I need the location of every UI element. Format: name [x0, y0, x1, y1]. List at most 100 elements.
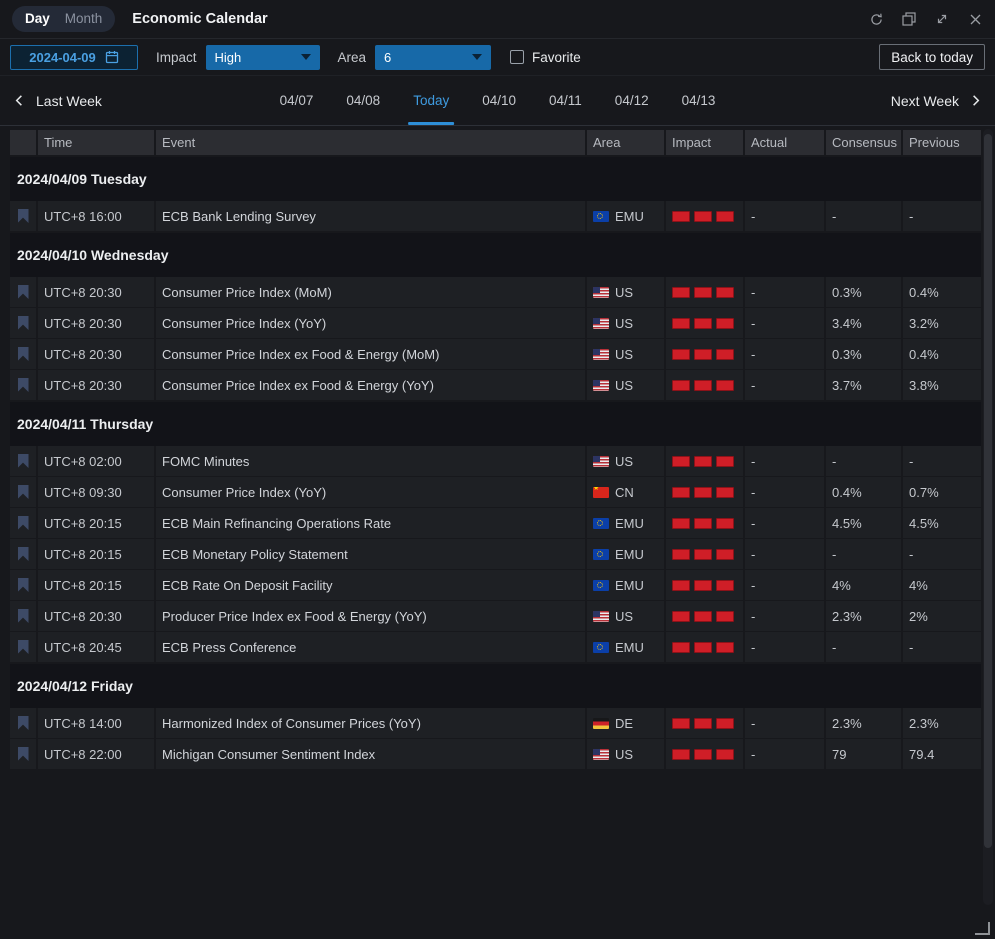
event-row[interactable]: UTC+8 20:15ECB Rate On Deposit FacilityE… [10, 570, 981, 600]
date-section-header: 2024/04/12 Friday [10, 664, 981, 708]
bookmark-icon[interactable] [18, 485, 29, 499]
flag-us-icon [593, 749, 609, 760]
event-impact [666, 277, 743, 307]
event-impact [666, 508, 743, 538]
bookmark-icon[interactable] [18, 516, 29, 530]
next-week-button[interactable]: Next Week [891, 93, 983, 109]
event-row[interactable]: UTC+8 20:30Consumer Price Index (MoM)US-… [10, 277, 981, 307]
bookmark-cell [10, 739, 36, 769]
event-row[interactable]: UTC+8 20:15ECB Main Refinancing Operatio… [10, 508, 981, 538]
event-name: ECB Bank Lending Survey [156, 201, 585, 231]
event-time: UTC+8 14:00 [38, 708, 154, 738]
area-code: US [615, 454, 633, 469]
event-actual: - [745, 632, 824, 662]
expand-icon[interactable] [934, 11, 950, 27]
event-row[interactable]: UTC+8 22:00Michigan Consumer Sentiment I… [10, 739, 981, 769]
area-code: US [615, 316, 633, 331]
bookmark-icon[interactable] [18, 578, 29, 592]
impact-bar-icon [694, 580, 712, 591]
tab-month[interactable]: Month [65, 6, 103, 32]
flag-eu-icon [593, 518, 609, 529]
bookmark-icon[interactable] [18, 747, 29, 761]
event-consensus: 2.3% [826, 708, 901, 738]
event-row[interactable]: UTC+8 09:30Consumer Price Index (YoY)★CN… [10, 477, 981, 507]
day-tab-04-13[interactable]: 04/13 [679, 76, 719, 125]
day-tab-04-08[interactable]: 04/08 [343, 76, 383, 125]
impact-bar-icon [694, 349, 712, 360]
impact-bar-icon [672, 518, 690, 529]
impact-bar-icon [694, 487, 712, 498]
date-value: 2024-04-09 [29, 50, 96, 65]
day-tab-today[interactable]: Today [410, 76, 452, 125]
refresh-icon[interactable] [868, 11, 884, 27]
impact-bar-icon [672, 718, 690, 729]
duplicate-icon[interactable] [901, 11, 917, 27]
event-row[interactable]: UTC+8 14:00Harmonized Index of Consumer … [10, 708, 981, 738]
event-row[interactable]: UTC+8 20:30Producer Price Index ex Food … [10, 601, 981, 631]
chevron-down-icon [301, 54, 311, 60]
bookmark-icon[interactable] [18, 209, 29, 223]
bookmark-cell [10, 708, 36, 738]
event-impact [666, 477, 743, 507]
header-previous: Previous [903, 130, 981, 155]
impact-bar-icon [716, 318, 734, 329]
event-row[interactable]: UTC+8 20:30Consumer Price Index ex Food … [10, 339, 981, 369]
resize-handle[interactable] [975, 922, 990, 935]
impact-bar-icon [694, 611, 712, 622]
bookmark-icon[interactable] [18, 347, 29, 361]
event-area: EMU [587, 508, 664, 538]
day-tab-04-11[interactable]: 04/11 [546, 76, 585, 125]
bookmark-cell [10, 477, 36, 507]
event-row[interactable]: UTC+8 20:45ECB Press ConferenceEMU--- [10, 632, 981, 662]
bookmark-icon[interactable] [18, 316, 29, 330]
bookmark-icon[interactable] [18, 609, 29, 623]
impact-dropdown[interactable]: High [206, 45, 320, 70]
day-tab-04-12[interactable]: 04/12 [612, 76, 652, 125]
close-icon[interactable] [967, 11, 983, 27]
bookmark-icon[interactable] [18, 285, 29, 299]
day-tab-04-10[interactable]: 04/10 [479, 76, 519, 125]
day-tabs: 04/07 04/08 Today 04/10 04/11 04/12 04/13 [277, 76, 719, 125]
bookmark-icon[interactable] [18, 547, 29, 561]
scrollbar-thumb[interactable] [984, 134, 992, 848]
favorite-label: Favorite [532, 50, 581, 65]
event-name: ECB Press Conference [156, 632, 585, 662]
back-to-today-button[interactable]: Back to today [879, 44, 985, 70]
event-time: UTC+8 20:30 [38, 601, 154, 631]
area-code: US [615, 747, 633, 762]
event-impact [666, 308, 743, 338]
event-actual: - [745, 739, 824, 769]
event-actual: - [745, 601, 824, 631]
last-week-button[interactable]: Last Week [12, 93, 102, 109]
event-name: Consumer Price Index ex Food & Energy (M… [156, 339, 585, 369]
event-area: EMU [587, 632, 664, 662]
tab-day[interactable]: Day [25, 6, 50, 32]
flag-de-icon [593, 718, 609, 729]
event-time: UTC+8 20:30 [38, 308, 154, 338]
event-row[interactable]: UTC+8 02:00FOMC MinutesUS--- [10, 446, 981, 476]
event-row[interactable]: UTC+8 20:15ECB Monetary Policy Statement… [10, 539, 981, 569]
event-row[interactable]: UTC+8 20:30Consumer Price Index ex Food … [10, 370, 981, 400]
flag-eu-icon [593, 549, 609, 560]
date-picker[interactable]: 2024-04-09 [10, 45, 138, 70]
bookmark-icon[interactable] [18, 454, 29, 468]
vertical-scrollbar[interactable] [983, 129, 993, 905]
impact-bar-icon [672, 456, 690, 467]
event-row[interactable]: UTC+8 16:00ECB Bank Lending SurveyEMU--- [10, 201, 981, 231]
event-impact [666, 539, 743, 569]
bookmark-icon[interactable] [18, 378, 29, 392]
bookmark-icon[interactable] [18, 640, 29, 654]
bookmark-cell [10, 201, 36, 231]
area-dropdown[interactable]: 6 [375, 45, 491, 70]
favorite-checkbox[interactable] [510, 50, 524, 64]
event-name: Consumer Price Index ex Food & Energy (Y… [156, 370, 585, 400]
bookmark-icon[interactable] [18, 716, 29, 730]
event-actual: - [745, 339, 824, 369]
flag-us-icon [593, 287, 609, 298]
area-code: US [615, 285, 633, 300]
event-row[interactable]: UTC+8 20:30Consumer Price Index (YoY)US-… [10, 308, 981, 338]
event-consensus: 3.4% [826, 308, 901, 338]
day-tab-04-07[interactable]: 04/07 [277, 76, 317, 125]
flag-us-icon [593, 456, 609, 467]
bookmark-cell [10, 308, 36, 338]
